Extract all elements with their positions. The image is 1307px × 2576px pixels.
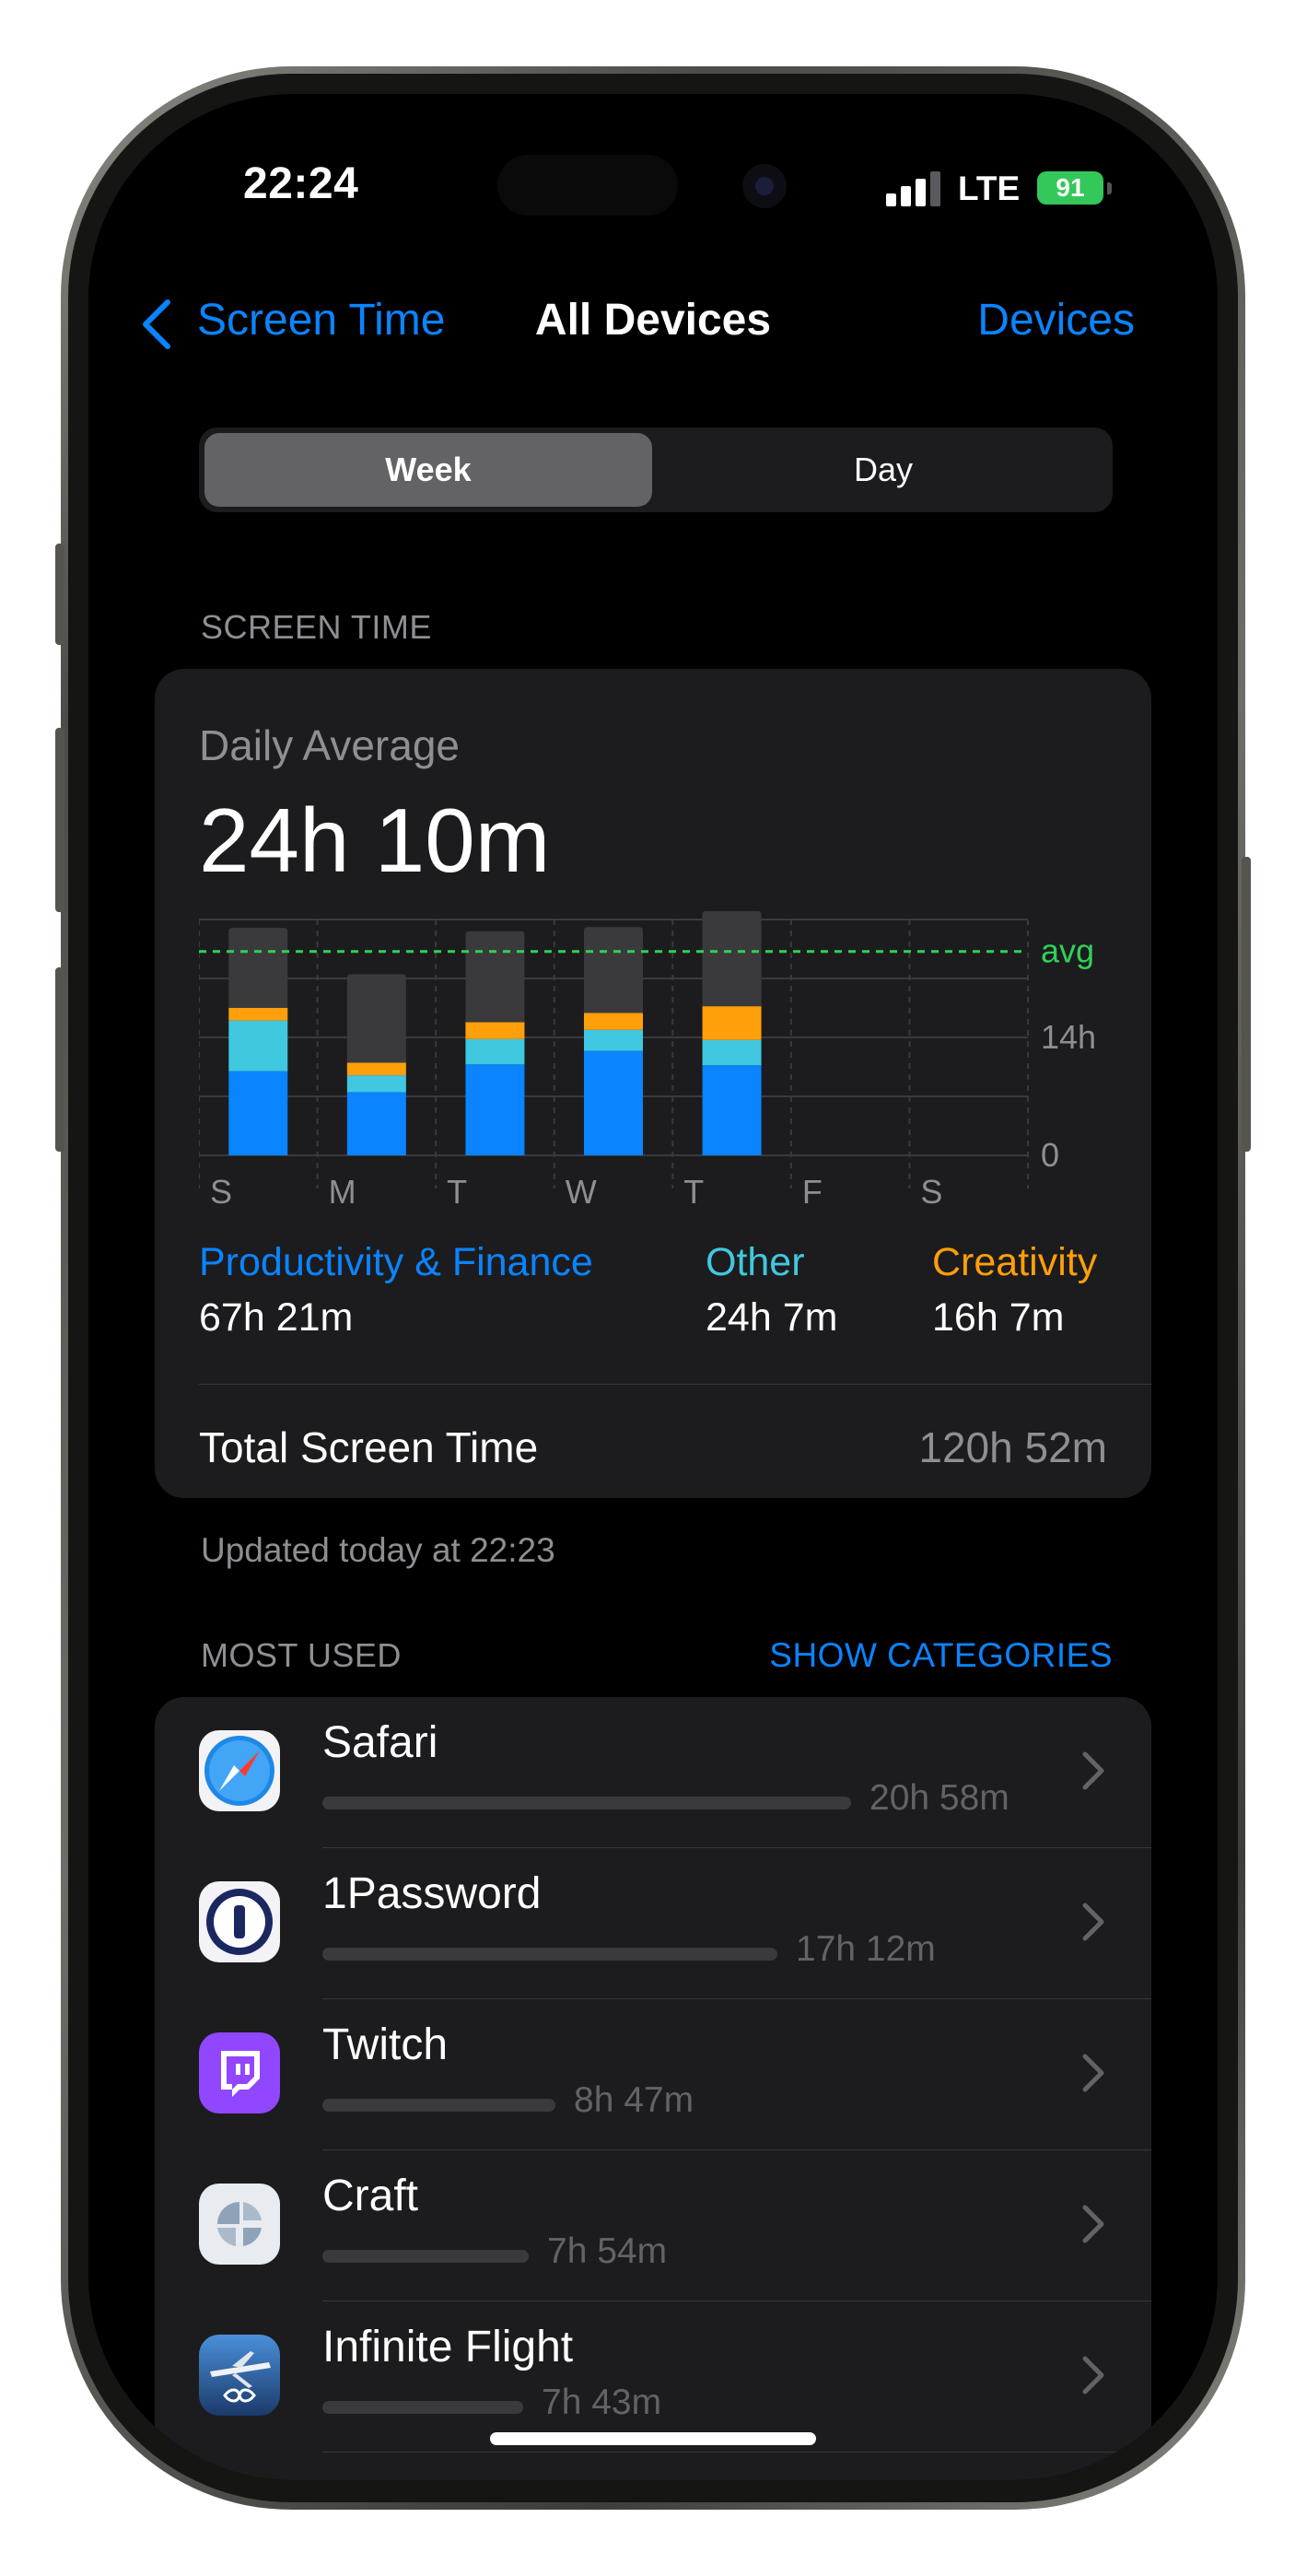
chart-bar-segment [228,928,288,1008]
legend-other-name: Other [706,1240,805,1284]
twitch-icon [199,2032,280,2113]
safari-icon [199,1730,280,1811]
devices-button[interactable]: Devices [977,295,1135,345]
battery-tip [1107,182,1112,194]
total-screen-time-label: Total Screen Time [199,1423,539,1471]
chevron-right-icon [1082,2205,1104,2243]
x-tick-label: F [802,1173,823,1211]
daily-average-label: Daily Average [199,721,460,769]
legend-productivity-name: Productivity & Finance [199,1240,593,1284]
chart-bar-segment [702,1006,762,1040]
screen-time-section-label: SCREEN TIME [201,608,432,646]
chart-bar-segment [465,931,525,1023]
daily-average-value: 24h 10m [199,790,551,891]
total-screen-time-value: 120h 52m [918,1423,1107,1471]
chevron-right-icon [1082,1903,1104,1941]
chart-bar-segment [228,1008,288,1021]
screen-time-card[interactable]: Daily Average 24h 10m S M T W T F Savg 14h 0 Pro… [155,669,1151,1498]
app-row-safari[interactable]: Safari 20h 58m [155,1697,1151,1848]
legend-creativity-value: 16h 7m [932,1295,1065,1340]
usage-bar [322,2099,555,2112]
chart-bar-segment [228,1020,288,1071]
x-tick-label: S [920,1173,942,1211]
chart-bar-segment [346,1092,406,1155]
legend-productivity-value: 67h 21m [199,1295,354,1340]
chart-bar-segment [465,1022,525,1039]
chart-bar-segment [584,1013,643,1030]
app-row-twitch[interactable]: Twitch 8h 47m [155,1999,1151,2150]
app-usage-time: 7h 54m [547,2231,668,2271]
infinite-flight-icon [199,2335,280,2416]
app-usage-time: 17h 12m [796,1929,936,1969]
battery-percent: 91 [1056,173,1085,202]
volume-down-button [55,967,64,1152]
app-name: Craft [322,2172,419,2220]
chart-bar-segment [584,927,643,1013]
usage-bar [322,1797,851,1809]
most-used-section-label: MOST USED [201,1636,402,1674]
status-time: 22:24 [243,159,359,208]
chart-bar-segment [228,1071,288,1155]
chart-bar-segment [702,1039,762,1066]
x-tick-label: M [329,1173,356,1211]
app-name: Infinite Flight [322,2323,574,2371]
show-categories-button[interactable]: SHOW CATEGORIES [769,1636,1113,1675]
most-used-list: Safari 20h 58m 1Password 17h 12m Twitch … [155,1697,1151,2480]
app-name: Twitch [322,2020,449,2069]
1password-icon [199,1881,280,1962]
card-divider [199,1384,1151,1385]
chevron-right-icon [1082,1751,1104,1790]
usage-bar [322,2250,529,2263]
segment-day[interactable]: Day [659,433,1107,507]
updated-timestamp: Updated today at 22:23 [201,1531,555,1569]
weekly-usage-chart[interactable]: S M T W T F Savg 14h 0 [199,905,1151,1218]
chart-bar-segment [465,1064,525,1155]
period-segmented-control: Week Day [199,427,1113,512]
row-divider [322,2452,1151,2453]
x-tick-label: S [210,1173,232,1211]
x-tick-label: T [683,1173,704,1211]
power-button [1242,857,1251,1152]
usage-bar [322,2401,523,2414]
app-name: Safari [322,1718,438,1767]
camera-icon [742,164,787,208]
dynamic-island [497,155,678,216]
app-row-craft[interactable]: Craft 7h 54m [155,2150,1151,2301]
legend-other-value: 24h 7m [706,1295,838,1340]
x-tick-label: W [566,1173,597,1211]
chart-bar-segment [584,1050,643,1155]
chart-bar-segment [584,1029,643,1051]
app-name: 1Password [322,1869,542,1918]
chart-bar-segment [702,1065,762,1155]
cellular-signal-icon [886,170,941,206]
chart-bar-segment [702,910,762,1007]
volume-up-button [55,728,64,912]
usage-bar [322,1948,777,1961]
phone-screen: 22:24 LTE 91 Screen Time All Devices Dev… [88,94,1218,2480]
battery-icon: 91 [1037,171,1103,205]
chevron-right-icon [1082,2054,1104,2092]
segment-week[interactable]: Week [204,433,652,507]
chart-bar-segment [346,974,406,1063]
app-usage-time: 20h 58m [869,1778,1009,1818]
home-indicator[interactable] [490,2432,816,2445]
x-tick-label: T [447,1173,467,1211]
legend-creativity-name: Creativity [932,1240,1098,1284]
action-button [55,544,64,645]
chart-bar-segment [346,1062,406,1076]
app-row-infinite-flight[interactable]: Infinite Flight 7h 43m [155,2301,1151,2453]
y-tick-label: 14h [1041,1018,1096,1056]
chevron-right-icon [1082,2356,1104,2395]
craft-icon [199,2184,280,2265]
app-usage-time: 8h 47m [574,2080,694,2120]
chart-bar-segment [346,1075,406,1093]
app-row-1password[interactable]: 1Password 17h 12m [155,1848,1151,1999]
network-type: LTE [958,170,1021,207]
app-usage-time: 7h 43m [542,2383,662,2422]
chart-bar-segment [465,1038,525,1065]
y-tick-label: 0 [1041,1136,1059,1174]
average-label: avg [1041,932,1094,970]
